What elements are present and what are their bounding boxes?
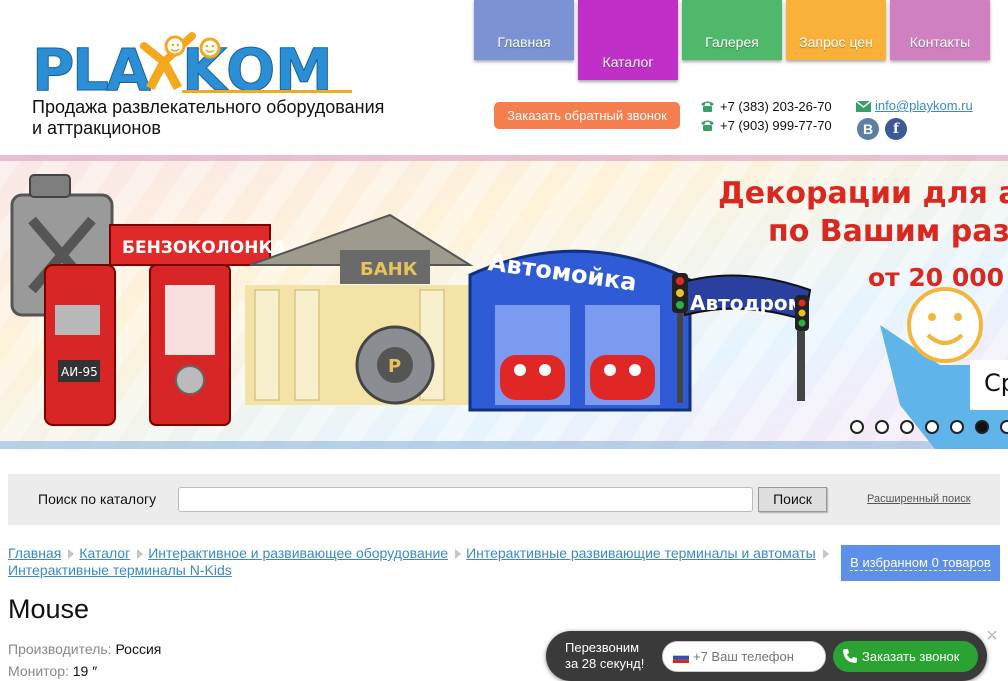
breadcrumb-interactive-equipment[interactable]: Интерактивное и развивающее оборудование [148, 545, 448, 561]
nav-item-catalog[interactable]: Каталог [578, 0, 678, 80]
fuel-pump-label: АИ-95 [61, 365, 98, 379]
tagline-line-2: и аттракционов [32, 118, 161, 138]
spec-value: 19 ″ [72, 663, 98, 679]
widget-phone-field [662, 641, 826, 672]
nav-item-gallery[interactable]: Галерея [682, 0, 782, 60]
phone-number-1[interactable]: +7 (383) 203-26-70 [720, 99, 832, 114]
slider-dot-7[interactable] [1000, 420, 1008, 434]
facebook-icon[interactable]: f [885, 118, 907, 140]
spec-manufacturer: Производитель: Россия [8, 641, 161, 657]
promo-slider[interactable]: БЕНЗОКОЛОНКА АИ-95 БАНК P Автомойка Авто… [0, 155, 1008, 449]
search-button[interactable]: Поиск [758, 487, 827, 512]
widget-phone-input[interactable] [693, 643, 821, 670]
slider-dot-1[interactable] [850, 420, 864, 434]
product-title: Mouse [8, 594, 90, 624]
spec-monitor: Монитор: 19 ″ [8, 663, 97, 679]
social-links: В f [856, 118, 916, 142]
breadcrumb-separator-icon [137, 549, 144, 559]
breadcrumb-catalog[interactable]: Каталог [79, 545, 130, 561]
banner-price: от 20 000 р [868, 263, 1008, 292]
spec-key: Монитор: [8, 663, 69, 679]
logo-underline [182, 90, 352, 93]
widget-call-label: Заказать звонок [862, 649, 960, 664]
widget-text: Перезвоним за 28 секунд! [565, 640, 665, 672]
bank-sign: БАНК [360, 259, 418, 280]
site-tagline: Продажа развлекательного оборудования и … [32, 97, 412, 139]
slider-dot-6-active[interactable] [975, 420, 989, 434]
nav-label-home: Главная [497, 34, 551, 50]
spec-value: Россия [115, 641, 162, 657]
contact-column: info@playkom.ru В f [856, 97, 973, 140]
callback-widget: Перезвоним за 28 секунд! Заказать звонок [546, 631, 987, 681]
widget-call-button[interactable]: Заказать звонок [833, 641, 978, 672]
widget-text-line-2: за 28 секунд! [565, 656, 645, 671]
breadcrumb-home[interactable]: Главная [8, 545, 61, 561]
search-input[interactable] [178, 487, 753, 512]
nav-label-catalog: Каталог [602, 54, 654, 70]
logo-letter-p: P [32, 36, 75, 94]
spec-key: Производитель: [8, 641, 112, 657]
order-callback-button[interactable]: Заказать обратный звонок [494, 102, 680, 129]
favorites-button[interactable]: В избранном 0 товаров [841, 545, 1000, 581]
breadcrumb-separator-icon [68, 549, 75, 559]
phone-icon [701, 120, 714, 131]
breadcrumb-terminals-automats[interactable]: Интерактивные развивающие терминалы и ав… [466, 545, 816, 561]
logo-letter-m: M [275, 36, 333, 94]
banner-cut-text: Ср [984, 369, 1008, 397]
nav-item-price-request[interactable]: Запрос цен [786, 0, 886, 60]
catalog-search-bar: Поиск по каталогу Поиск Расширенный поис… [8, 474, 1000, 525]
slider-dot-3[interactable] [900, 420, 914, 434]
email-link[interactable]: info@playkom.ru [875, 98, 973, 113]
car-wash-decoration: Автомойка [468, 248, 692, 412]
slider-dot-5[interactable] [950, 420, 964, 434]
favorites-label: В избранном 0 товаров [850, 555, 991, 571]
widget-text-line-1: Перезвоним [565, 640, 640, 655]
phone-row: +7 (383) 203-26-70 [700, 97, 832, 116]
vk-icon[interactable]: В [857, 118, 879, 140]
russia-flag-icon [673, 652, 689, 663]
autodrome-sign: Автодром [690, 291, 804, 315]
slider-dot-2[interactable] [875, 420, 889, 434]
phone-list: +7 (383) 203-26-70 +7 (903) 999-77-70 [700, 97, 832, 135]
playkom-logo[interactable]: P L A K O M [32, 28, 354, 105]
breadcrumb-separator-icon [822, 549, 829, 559]
phone-icon [701, 101, 714, 112]
nav-label-price-request: Запрос цен [799, 34, 873, 50]
logo-smiley-icon [199, 37, 221, 59]
phone-number-2[interactable]: +7 (903) 999-77-70 [720, 118, 832, 133]
banner-headline-line-1: Декорации для авто [718, 176, 1008, 211]
slider-dot-4[interactable] [925, 420, 939, 434]
close-icon[interactable]: × [984, 626, 1000, 646]
phone-row: +7 (903) 999-77-70 [700, 116, 832, 135]
handset-icon [843, 649, 857, 663]
breadcrumb-n-kids-terminals[interactable]: Интерактивные терминалы N-Kids [8, 562, 232, 578]
email-row: info@playkom.ru [856, 97, 973, 115]
banner-headline-line-2: по Вашим разме [768, 214, 1008, 249]
nav-label-gallery: Галерея [705, 34, 759, 50]
logo-letter-l: L [72, 36, 109, 94]
nav-item-home[interactable]: Главная [474, 0, 574, 60]
nav-item-contacts[interactable]: Контакты [890, 0, 990, 60]
gas-station-sign: БЕНЗОКОЛОНКА [122, 238, 286, 258]
search-label: Поиск по каталогу [38, 491, 157, 507]
mail-icon [856, 101, 871, 112]
logo-letter-o: O [226, 36, 275, 94]
advanced-search-link[interactable]: Расширенный поиск [867, 493, 971, 505]
promo-slide-image: БЕНЗОКОЛОНКА АИ-95 БАНК P Автомойка Авто… [0, 155, 1008, 449]
breadcrumb: Главная Каталог Интерактивное и развивающе… [8, 545, 838, 579]
page: P L A K O M Продажа развлекательного обо… [0, 0, 1008, 681]
tagline-line-1: Продажа развлекательного оборудования [32, 97, 385, 117]
svg-text:P: P [388, 356, 401, 377]
breadcrumb-separator-icon [455, 549, 462, 559]
nav-label-contacts: Контакты [909, 34, 971, 50]
